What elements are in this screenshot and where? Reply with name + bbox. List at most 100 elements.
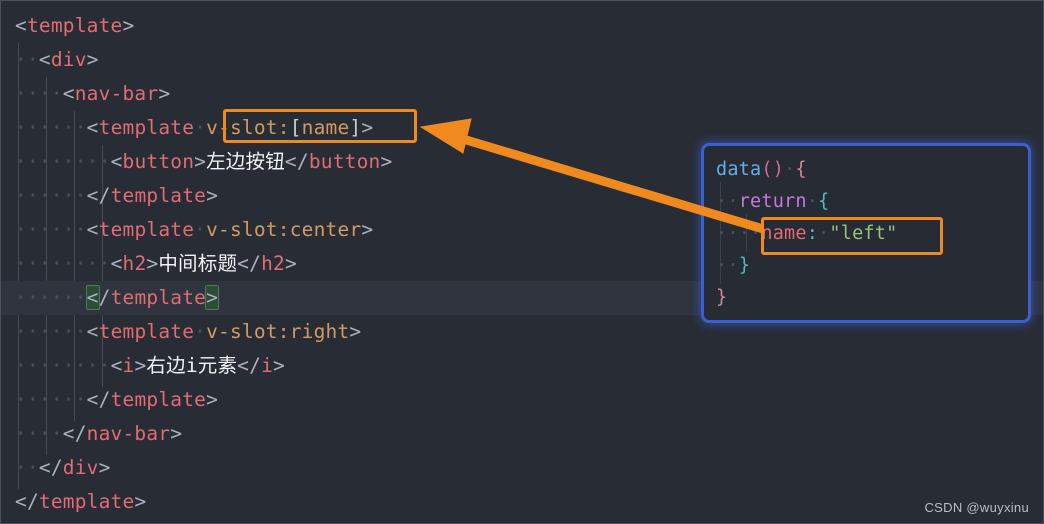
code-line[interactable]: ····<nav-bar>	[1, 77, 1043, 111]
code-token: >	[170, 422, 183, 445]
code-token: <	[38, 48, 51, 71]
code-token: template	[110, 286, 207, 309]
code-line[interactable]: ······</template>	[1, 383, 1043, 417]
code-token: template	[110, 388, 207, 411]
code-token: >	[134, 490, 147, 513]
code-token: >	[349, 320, 362, 343]
whitespace-marker: ··	[15, 286, 39, 309]
code-line[interactable]: <template>	[1, 9, 1043, 43]
code-token: template	[98, 320, 195, 343]
whitespace-marker: ··	[716, 255, 739, 276]
code-line[interactable]: ····name:·"left"	[704, 218, 1028, 250]
whitespace-marker: ··	[15, 456, 39, 479]
code-token: "left"	[829, 223, 898, 244]
whitespace-marker: ··	[738, 223, 762, 244]
code-token: </	[86, 388, 111, 411]
code-token: >	[122, 14, 135, 37]
whitespace-marker: ··	[38, 82, 63, 105]
whitespace-marker: ··	[15, 218, 39, 241]
code-token: {	[818, 191, 830, 212]
whitespace-marker: ··	[86, 252, 111, 275]
code-token: }	[716, 287, 728, 308]
whitespace-marker: ··	[15, 320, 39, 343]
code-token: >	[206, 388, 219, 411]
whitespace-marker: ··	[38, 116, 63, 139]
whitespace-marker: ··	[62, 116, 87, 139]
code-token: 中间标题	[158, 252, 238, 275]
code-token: i	[122, 354, 135, 377]
whitespace-marker: ··	[15, 82, 39, 105]
code-token: ·	[806, 191, 819, 212]
code-line[interactable]: </template>	[1, 485, 1043, 519]
code-token: template	[110, 184, 207, 207]
code-token: >	[284, 252, 297, 275]
whitespace-marker: ··	[38, 150, 63, 173]
code-token: template	[98, 116, 195, 139]
whitespace-marker: ··	[38, 252, 63, 275]
code-token: nav-bar	[74, 82, 159, 105]
code-token: >	[361, 116, 374, 139]
code-token: h2	[122, 252, 147, 275]
code-token: :	[806, 223, 819, 244]
code-token: }	[738, 255, 751, 276]
code-line[interactable]: ··<div>	[1, 43, 1043, 77]
whitespace-marker: ··	[62, 150, 87, 173]
whitespace-marker: ··	[15, 184, 39, 207]
whitespace-marker: ··	[15, 388, 39, 411]
code-token: </	[237, 354, 262, 377]
code-token: <	[110, 252, 123, 275]
whitespace-marker: ··	[62, 354, 87, 377]
whitespace-marker: ··	[15, 422, 39, 445]
code-token: div	[62, 456, 99, 479]
code-token: [	[289, 116, 302, 139]
whitespace-marker: ··	[62, 286, 87, 309]
whitespace-marker: ··	[62, 252, 87, 275]
code-token: <	[15, 14, 27, 37]
code-token: v-slot:right	[206, 320, 350, 343]
code-token: nav-bar	[86, 422, 171, 445]
whitespace-marker: ··	[62, 218, 87, 241]
whitespace-marker: ··	[38, 218, 63, 241]
code-token: button	[308, 150, 381, 173]
code-line[interactable]: ······<template·v-slot:[name]>	[1, 111, 1043, 145]
code-token: >	[146, 252, 159, 275]
code-line[interactable]: ········<i>右边i元素</i>	[1, 349, 1043, 383]
code-token: ·	[194, 116, 207, 139]
code-token: </	[38, 456, 63, 479]
code-token: >	[361, 218, 374, 241]
whitespace-marker: ··	[15, 150, 39, 173]
code-token: >	[158, 82, 171, 105]
code-line[interactable]: ··}	[704, 250, 1028, 282]
whitespace-marker: ··	[62, 388, 87, 411]
whitespace-marker: ··	[15, 354, 39, 377]
whitespace-marker: ··	[716, 191, 739, 212]
whitespace-marker: ··	[38, 320, 63, 343]
code-token: name	[761, 223, 807, 244]
code-token: 左边按钮	[206, 150, 285, 173]
whitespace-marker: ··	[38, 422, 63, 445]
code-token: ·	[818, 223, 830, 244]
whitespace-marker: ··	[15, 48, 39, 71]
whitespace-marker: ··	[38, 184, 63, 207]
whitespace-marker: ··	[62, 320, 87, 343]
whitespace-marker: ··	[86, 150, 111, 173]
code-token: h2	[261, 252, 285, 275]
code-line[interactable]: ····</nav-bar>	[1, 417, 1043, 451]
code-token: >	[134, 354, 147, 377]
code-token: template	[98, 218, 195, 241]
watermark: CSDN @wuyxinu	[924, 500, 1029, 515]
code-token: button	[122, 150, 195, 173]
code-token: >	[206, 184, 219, 207]
code-token: <	[110, 150, 123, 173]
code-token: 右边i元素	[146, 354, 238, 377]
code-token: data	[716, 159, 762, 180]
code-token: template	[38, 490, 135, 513]
code-line[interactable]: ··return·{	[704, 186, 1028, 218]
code-editor[interactable]: <template> ··<div> ····<nav-bar> ······<tem…	[0, 0, 1044, 524]
code-line[interactable]: }	[704, 282, 1028, 314]
whitespace-marker: ··	[38, 354, 63, 377]
whitespace-marker: ··	[15, 116, 39, 139]
code-token: v-slot:center	[206, 218, 362, 241]
code-line[interactable]: data()·{	[704, 154, 1028, 186]
code-line[interactable]: ··</div>	[1, 451, 1043, 485]
